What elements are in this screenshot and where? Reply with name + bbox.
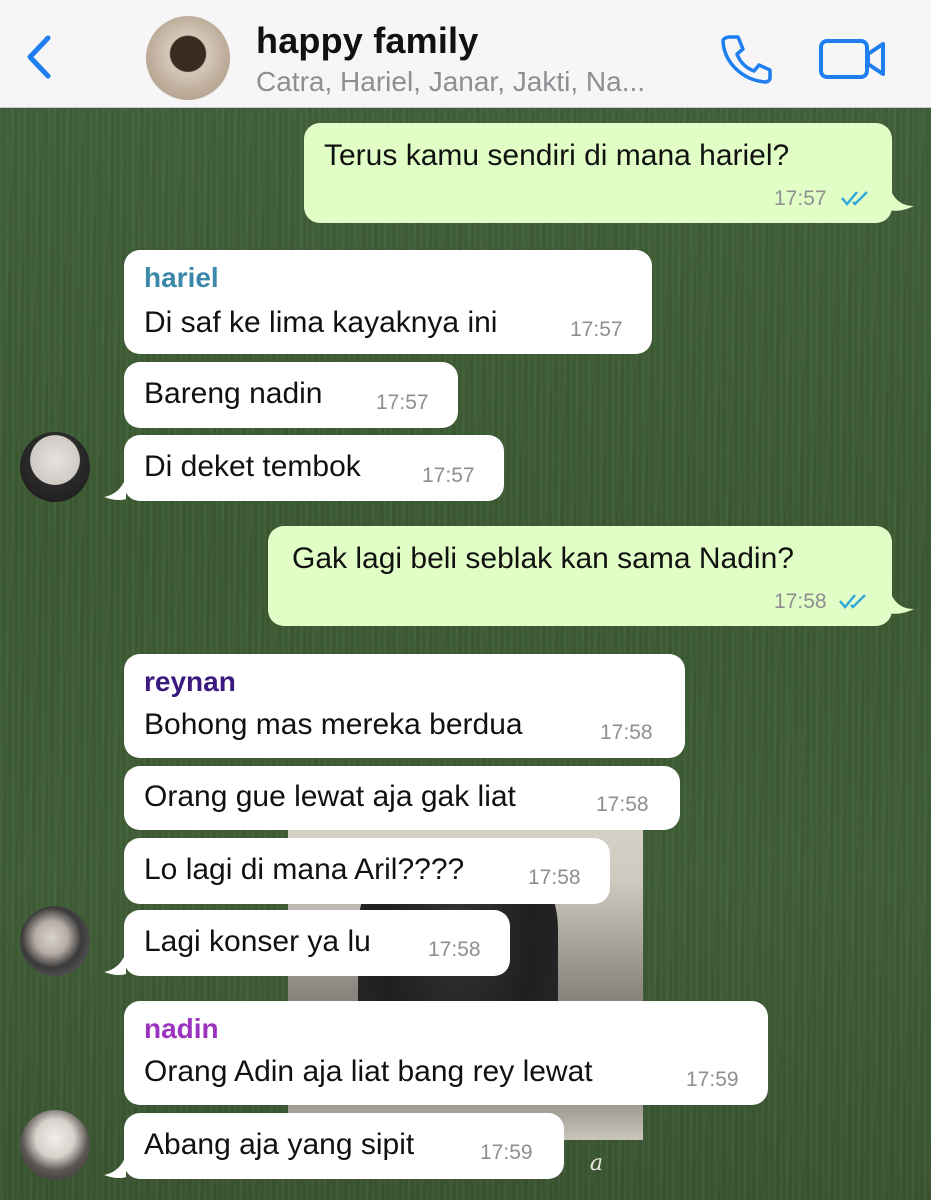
- message-time: 17:58: [528, 866, 581, 889]
- message-time: 17:59: [480, 1141, 533, 1164]
- message-text: Orang gue lewat aja gak liat: [144, 780, 516, 813]
- message-bubble-incoming[interactable]: hariel Di saf ke lima kayaknya ini 17:57: [124, 250, 652, 354]
- message-time: 17:57: [570, 318, 623, 341]
- chat-header: happy family Catra, Hariel, Janar, Jakti…: [0, 0, 931, 108]
- message-time: 17:57: [422, 464, 475, 487]
- message-bubble-incoming[interactable]: Bareng nadin 17:57: [124, 362, 458, 428]
- message-text: Abang aja yang sipit: [144, 1128, 415, 1161]
- phone-icon[interactable]: [718, 32, 774, 84]
- bubble-tail: [104, 477, 126, 501]
- message-text: Di deket tembok: [144, 450, 361, 483]
- message-text: Di saf ke lima kayaknya ini: [144, 306, 498, 339]
- bubble-tail: [104, 1155, 126, 1179]
- message-bubble-incoming[interactable]: Di deket tembok 17:57: [124, 435, 504, 501]
- message-time: 17:58: [774, 590, 827, 613]
- sender-avatar[interactable]: [20, 432, 90, 502]
- wallpaper-glyph: a: [589, 1151, 603, 1176]
- sender-avatar[interactable]: [20, 906, 90, 976]
- sender-name[interactable]: reynan: [144, 666, 236, 698]
- message-bubble-incoming[interactable]: nadin Orang Adin aja liat bang rey lewat…: [124, 1001, 768, 1105]
- message-time: 17:59: [686, 1068, 739, 1091]
- message-bubble-incoming[interactable]: Orang gue lewat aja gak liat 17:58: [124, 766, 680, 830]
- message-time: 17:58: [428, 938, 481, 961]
- chevron-left-icon[interactable]: [22, 34, 56, 80]
- message-bubble-incoming[interactable]: Lagi konser ya lu 17:58: [124, 910, 510, 976]
- group-title[interactable]: happy family: [256, 20, 478, 62]
- message-bubble-outgoing[interactable]: Terus kamu sendiri di mana hariel? 17:57: [304, 123, 892, 223]
- message-bubble-incoming[interactable]: reynan Bohong mas mereka berdua 17:58: [124, 654, 685, 758]
- bubble-tail: [890, 591, 914, 614]
- message-text: Orang Adin aja liat bang rey lewat: [144, 1055, 593, 1088]
- message-time: 17:57: [774, 187, 827, 210]
- message-time: 17:58: [600, 721, 653, 744]
- double-check-read-icon: [841, 191, 868, 206]
- group-avatar[interactable]: [146, 16, 230, 100]
- message-text: Bareng nadin: [144, 377, 323, 410]
- message-text: Terus kamu sendiri di mana hariel?: [324, 139, 790, 172]
- sender-name[interactable]: nadin: [144, 1013, 219, 1045]
- message-text: Lagi konser ya lu: [144, 925, 371, 958]
- message-time: 17:57: [376, 391, 429, 414]
- message-bubble-incoming[interactable]: Abang aja yang sipit 17:59: [124, 1113, 564, 1179]
- double-check-read-icon: [839, 594, 866, 609]
- message-time: 17:58: [596, 793, 649, 816]
- bubble-tail: [890, 188, 914, 211]
- message-bubble-outgoing[interactable]: Gak lagi beli seblak kan sama Nadin? 17:…: [268, 526, 892, 626]
- message-bubble-incoming[interactable]: Lo lagi di mana Aril???? 17:58: [124, 838, 610, 904]
- message-text: Lo lagi di mana Aril????: [144, 853, 465, 886]
- message-text: Bohong mas mereka berdua: [144, 708, 523, 741]
- message-text: Gak lagi beli seblak kan sama Nadin?: [292, 542, 794, 575]
- video-camera-icon[interactable]: [818, 36, 886, 82]
- sender-name[interactable]: hariel: [144, 262, 219, 294]
- bubble-tail: [104, 952, 126, 976]
- sender-avatar[interactable]: [20, 1110, 90, 1180]
- group-members-list[interactable]: Catra, Hariel, Janar, Jakti, Na...: [256, 66, 645, 98]
